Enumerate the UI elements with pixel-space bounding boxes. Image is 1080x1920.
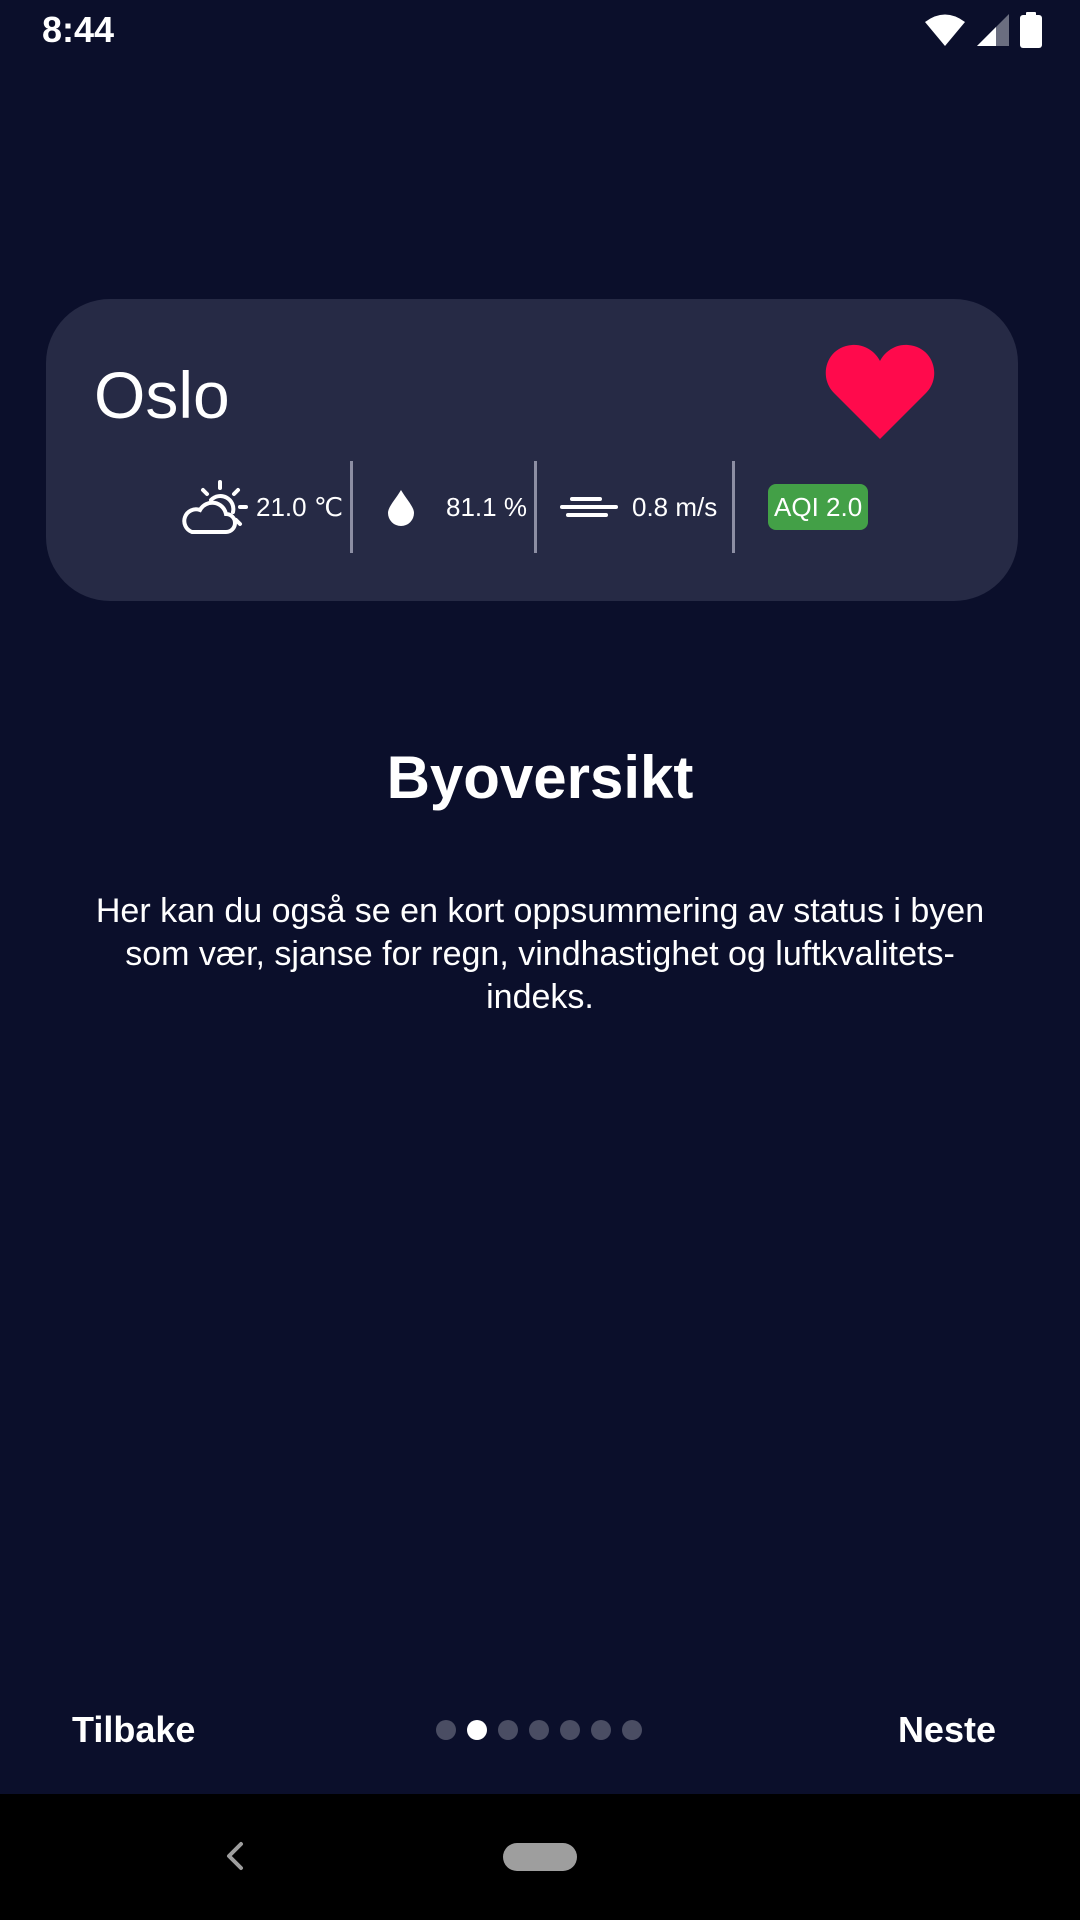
- temperature-value: 21.0 ℃: [256, 491, 344, 522]
- page-dot[interactable]: [622, 1720, 642, 1740]
- page-dot[interactable]: [560, 1720, 580, 1740]
- partly-cloudy-icon: [182, 480, 248, 534]
- system-navigation-bar: [0, 1794, 1080, 1920]
- cellular-signal-icon: [977, 14, 1009, 46]
- page-title: Byoversikt: [386, 744, 694, 811]
- status-time: 8:44: [42, 9, 115, 50]
- weather-metrics: 21.0 ℃ 81.1 % 0.8 m/s AQI 2.0: [46, 461, 1018, 553]
- next-button[interactable]: Neste: [898, 1704, 996, 1756]
- temperature-metric: 21.0 ℃: [178, 461, 343, 553]
- metric-divider: [732, 461, 735, 553]
- system-home-button[interactable]: [503, 1843, 577, 1871]
- page-dot[interactable]: [529, 1720, 549, 1740]
- metric-divider: [350, 461, 353, 553]
- page-dot[interactable]: [591, 1720, 611, 1740]
- humidity-metric: 81.1 %: [386, 461, 527, 553]
- status-icons: [924, 12, 1042, 48]
- aqi-badge: AQI 2.0: [768, 484, 869, 530]
- aqi-metric: AQI 2.0: [768, 461, 869, 553]
- wind-metric: 0.8 m/s: [560, 461, 717, 553]
- wind-value: 0.8 m/s: [632, 491, 718, 522]
- page-dot[interactable]: [436, 1720, 456, 1740]
- metric-divider: [534, 461, 537, 553]
- wifi-icon: [925, 14, 965, 46]
- page-dot-active[interactable]: [467, 1720, 487, 1740]
- back-button[interactable]: Tilbake: [72, 1704, 195, 1756]
- status-bar: 8:44: [0, 0, 1080, 62]
- city-card[interactable]: Oslo 21.0 ℃ 81.1 % 0.8 m/s AQI 2.0: [46, 299, 1018, 601]
- page-dot[interactable]: [498, 1720, 518, 1740]
- page-description: Her kan du også se en kort oppsummering …: [95, 892, 985, 1016]
- heart-icon: [825, 344, 935, 439]
- wind-icon: [560, 497, 618, 517]
- humidity-value: 81.1 %: [446, 491, 527, 522]
- page-indicator: [436, 1720, 642, 1742]
- system-back-icon[interactable]: [216, 1836, 256, 1876]
- battery-icon: [1020, 12, 1042, 48]
- favorite-button[interactable]: [824, 339, 936, 443]
- city-name: Oslo: [94, 358, 230, 432]
- water-drop-icon: [388, 490, 414, 526]
- onboarding-screen: 8:44 Oslo 21.0 ℃ 81.1 % 0.8 m/s AQI 2.0 …: [0, 0, 1080, 1920]
